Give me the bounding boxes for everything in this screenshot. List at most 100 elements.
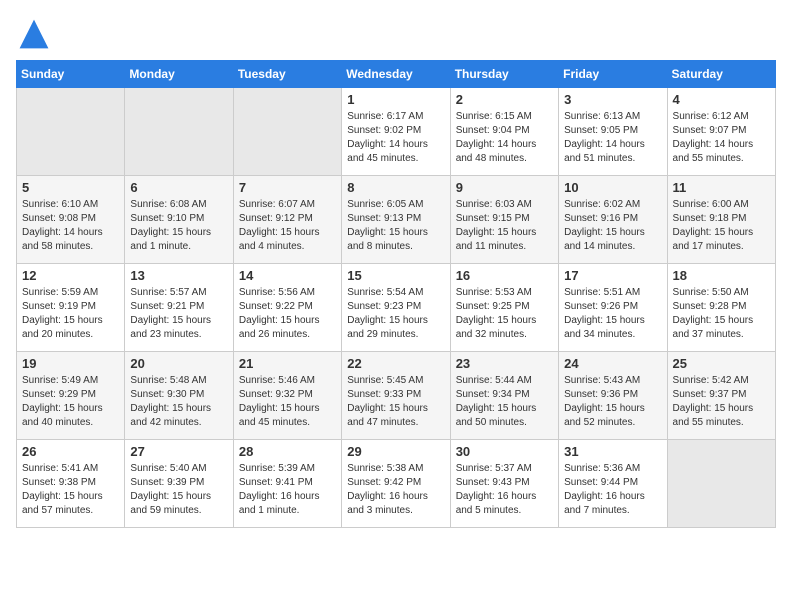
calendar-header: SundayMondayTuesdayWednesdayThursdayFrid…: [17, 61, 776, 88]
calendar-cell: 22 Sunrise: 5:45 AMSunset: 9:33 PMDaylig…: [342, 352, 450, 440]
day-number: 15: [347, 268, 444, 283]
day-number: 7: [239, 180, 336, 195]
calendar-cell: [667, 440, 775, 528]
weekday-header: Tuesday: [233, 61, 341, 88]
day-number: 29: [347, 444, 444, 459]
day-info: Sunrise: 6:02 AMSunset: 9:16 PMDaylight:…: [564, 198, 661, 254]
weekday-header: Thursday: [450, 61, 558, 88]
calendar-cell: [17, 88, 125, 176]
day-info: Sunrise: 5:51 AMSunset: 9:26 PMDaylight:…: [564, 286, 661, 342]
day-number: 4: [673, 92, 770, 107]
day-info: Sunrise: 5:46 AMSunset: 9:32 PMDaylight:…: [239, 374, 336, 430]
calendar-week-row: 19 Sunrise: 5:49 AMSunset: 9:29 PMDaylig…: [17, 352, 776, 440]
day-info: Sunrise: 6:13 AMSunset: 9:05 PMDaylight:…: [564, 110, 661, 166]
calendar-cell: 2 Sunrise: 6:15 AMSunset: 9:04 PMDayligh…: [450, 88, 558, 176]
day-number: 25: [673, 356, 770, 371]
calendar-week-row: 26 Sunrise: 5:41 AMSunset: 9:38 PMDaylig…: [17, 440, 776, 528]
day-number: 30: [456, 444, 553, 459]
day-info: Sunrise: 6:10 AMSunset: 9:08 PMDaylight:…: [22, 198, 119, 254]
day-number: 3: [564, 92, 661, 107]
day-info: Sunrise: 6:15 AMSunset: 9:04 PMDaylight:…: [456, 110, 553, 166]
day-number: 19: [22, 356, 119, 371]
day-number: 11: [673, 180, 770, 195]
calendar-cell: 25 Sunrise: 5:42 AMSunset: 9:37 PMDaylig…: [667, 352, 775, 440]
day-info: Sunrise: 5:38 AMSunset: 9:42 PMDaylight:…: [347, 462, 444, 518]
calendar-cell: 1 Sunrise: 6:17 AMSunset: 9:02 PMDayligh…: [342, 88, 450, 176]
day-info: Sunrise: 5:59 AMSunset: 9:19 PMDaylight:…: [22, 286, 119, 342]
calendar-cell: 18 Sunrise: 5:50 AMSunset: 9:28 PMDaylig…: [667, 264, 775, 352]
calendar-table: SundayMondayTuesdayWednesdayThursdayFrid…: [16, 60, 776, 528]
calendar-cell: 26 Sunrise: 5:41 AMSunset: 9:38 PMDaylig…: [17, 440, 125, 528]
day-info: Sunrise: 6:05 AMSunset: 9:13 PMDaylight:…: [347, 198, 444, 254]
day-info: Sunrise: 6:07 AMSunset: 9:12 PMDaylight:…: [239, 198, 336, 254]
calendar-cell: 24 Sunrise: 5:43 AMSunset: 9:36 PMDaylig…: [559, 352, 667, 440]
calendar-cell: 13 Sunrise: 5:57 AMSunset: 9:21 PMDaylig…: [125, 264, 233, 352]
day-number: 27: [130, 444, 227, 459]
calendar-cell: 17 Sunrise: 5:51 AMSunset: 9:26 PMDaylig…: [559, 264, 667, 352]
calendar-cell: 27 Sunrise: 5:40 AMSunset: 9:39 PMDaylig…: [125, 440, 233, 528]
weekday-header: Friday: [559, 61, 667, 88]
day-info: Sunrise: 6:00 AMSunset: 9:18 PMDaylight:…: [673, 198, 770, 254]
day-number: 24: [564, 356, 661, 371]
day-info: Sunrise: 5:44 AMSunset: 9:34 PMDaylight:…: [456, 374, 553, 430]
calendar-cell: 14 Sunrise: 5:56 AMSunset: 9:22 PMDaylig…: [233, 264, 341, 352]
day-info: Sunrise: 5:40 AMSunset: 9:39 PMDaylight:…: [130, 462, 227, 518]
calendar-week-row: 1 Sunrise: 6:17 AMSunset: 9:02 PMDayligh…: [17, 88, 776, 176]
calendar-cell: 9 Sunrise: 6:03 AMSunset: 9:15 PMDayligh…: [450, 176, 558, 264]
day-info: Sunrise: 5:42 AMSunset: 9:37 PMDaylight:…: [673, 374, 770, 430]
calendar-cell: 23 Sunrise: 5:44 AMSunset: 9:34 PMDaylig…: [450, 352, 558, 440]
calendar-cell: 28 Sunrise: 5:39 AMSunset: 9:41 PMDaylig…: [233, 440, 341, 528]
calendar-cell: 10 Sunrise: 6:02 AMSunset: 9:16 PMDaylig…: [559, 176, 667, 264]
day-info: Sunrise: 5:56 AMSunset: 9:22 PMDaylight:…: [239, 286, 336, 342]
day-info: Sunrise: 5:45 AMSunset: 9:33 PMDaylight:…: [347, 374, 444, 430]
day-info: Sunrise: 5:48 AMSunset: 9:30 PMDaylight:…: [130, 374, 227, 430]
day-number: 20: [130, 356, 227, 371]
day-number: 10: [564, 180, 661, 195]
calendar-cell: 3 Sunrise: 6:13 AMSunset: 9:05 PMDayligh…: [559, 88, 667, 176]
day-number: 14: [239, 268, 336, 283]
day-info: Sunrise: 5:49 AMSunset: 9:29 PMDaylight:…: [22, 374, 119, 430]
day-info: Sunrise: 5:41 AMSunset: 9:38 PMDaylight:…: [22, 462, 119, 518]
calendar-cell: [125, 88, 233, 176]
calendar-cell: 19 Sunrise: 5:49 AMSunset: 9:29 PMDaylig…: [17, 352, 125, 440]
calendar-cell: 20 Sunrise: 5:48 AMSunset: 9:30 PMDaylig…: [125, 352, 233, 440]
day-info: Sunrise: 5:39 AMSunset: 9:41 PMDaylight:…: [239, 462, 336, 518]
day-number: 9: [456, 180, 553, 195]
calendar-cell: 8 Sunrise: 6:05 AMSunset: 9:13 PMDayligh…: [342, 176, 450, 264]
logo-icon: [16, 16, 52, 52]
calendar-week-row: 12 Sunrise: 5:59 AMSunset: 9:19 PMDaylig…: [17, 264, 776, 352]
calendar-cell: 5 Sunrise: 6:10 AMSunset: 9:08 PMDayligh…: [17, 176, 125, 264]
calendar-cell: 12 Sunrise: 5:59 AMSunset: 9:19 PMDaylig…: [17, 264, 125, 352]
day-number: 28: [239, 444, 336, 459]
calendar-cell: 31 Sunrise: 5:36 AMSunset: 9:44 PMDaylig…: [559, 440, 667, 528]
calendar-cell: 21 Sunrise: 5:46 AMSunset: 9:32 PMDaylig…: [233, 352, 341, 440]
calendar-cell: 15 Sunrise: 5:54 AMSunset: 9:23 PMDaylig…: [342, 264, 450, 352]
day-info: Sunrise: 5:37 AMSunset: 9:43 PMDaylight:…: [456, 462, 553, 518]
calendar-cell: [233, 88, 341, 176]
day-number: 22: [347, 356, 444, 371]
day-info: Sunrise: 5:54 AMSunset: 9:23 PMDaylight:…: [347, 286, 444, 342]
day-info: Sunrise: 6:03 AMSunset: 9:15 PMDaylight:…: [456, 198, 553, 254]
calendar-cell: 6 Sunrise: 6:08 AMSunset: 9:10 PMDayligh…: [125, 176, 233, 264]
day-number: 16: [456, 268, 553, 283]
day-info: Sunrise: 6:12 AMSunset: 9:07 PMDaylight:…: [673, 110, 770, 166]
day-info: Sunrise: 5:53 AMSunset: 9:25 PMDaylight:…: [456, 286, 553, 342]
day-number: 6: [130, 180, 227, 195]
day-info: Sunrise: 5:57 AMSunset: 9:21 PMDaylight:…: [130, 286, 227, 342]
calendar-cell: 4 Sunrise: 6:12 AMSunset: 9:07 PMDayligh…: [667, 88, 775, 176]
day-number: 2: [456, 92, 553, 107]
page-header: [16, 16, 776, 52]
day-number: 18: [673, 268, 770, 283]
day-info: Sunrise: 5:43 AMSunset: 9:36 PMDaylight:…: [564, 374, 661, 430]
day-number: 21: [239, 356, 336, 371]
calendar-cell: 11 Sunrise: 6:00 AMSunset: 9:18 PMDaylig…: [667, 176, 775, 264]
day-number: 5: [22, 180, 119, 195]
day-info: Sunrise: 6:17 AMSunset: 9:02 PMDaylight:…: [347, 110, 444, 166]
weekday-header: Wednesday: [342, 61, 450, 88]
day-number: 13: [130, 268, 227, 283]
day-number: 8: [347, 180, 444, 195]
day-number: 17: [564, 268, 661, 283]
calendar-cell: 7 Sunrise: 6:07 AMSunset: 9:12 PMDayligh…: [233, 176, 341, 264]
day-number: 31: [564, 444, 661, 459]
day-number: 23: [456, 356, 553, 371]
